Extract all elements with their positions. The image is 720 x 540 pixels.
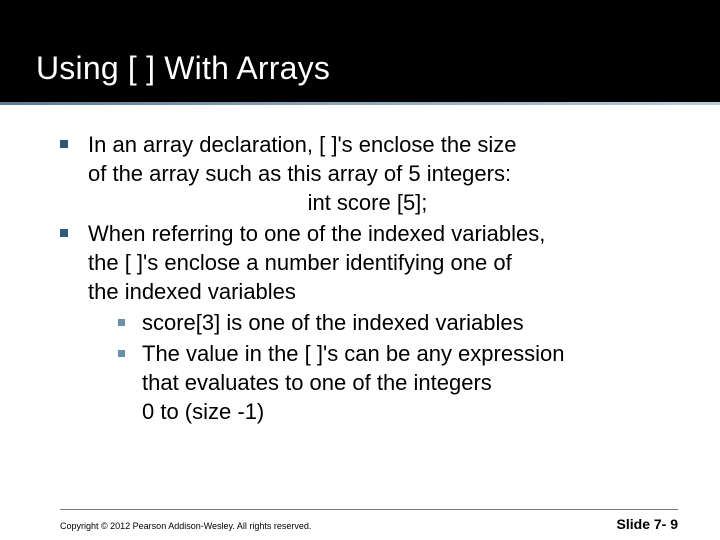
title-band: Using [ ] With Arrays	[0, 0, 720, 102]
title-underline	[0, 102, 720, 105]
bullet-list: In an array declaration, [ ]'s enclose t…	[60, 130, 675, 426]
bullet-text: In an array declaration, [ ]'s enclose t…	[88, 132, 517, 157]
sub-bullet-item: score[3] is one of the indexed variables	[118, 308, 675, 337]
slide-footer: Copyright © 2012 Pearson Addison-Wesley.…	[0, 509, 720, 532]
slide-title: Using [ ] With Arrays	[36, 50, 720, 87]
bullet-text: the [ ]'s enclose a number identifying o…	[88, 250, 512, 275]
sub-bullet-text: score[3] is one of the indexed variables	[142, 310, 524, 335]
code-example: int score [5];	[60, 188, 675, 217]
bullet-item: When referring to one of the indexed var…	[60, 219, 675, 426]
sub-bullet-list: score[3] is one of the indexed variables…	[88, 308, 675, 426]
bullet-text: of the array such as this array of 5 int…	[88, 161, 511, 186]
bullet-text: the indexed variables	[88, 279, 296, 304]
copyright-text: Copyright © 2012 Pearson Addison-Wesley.…	[60, 521, 311, 531]
sub-bullet-item: The value in the [ ]'s can be any expres…	[118, 339, 675, 426]
bullet-text: When referring to one of the indexed var…	[88, 221, 545, 246]
sub-bullet-text: that evaluates to one of the integers	[142, 370, 492, 395]
page-number: Slide 7- 9	[617, 516, 678, 532]
sub-bullet-text: 0 to (size -1)	[142, 399, 264, 424]
footer-content: Copyright © 2012 Pearson Addison-Wesley.…	[60, 509, 678, 532]
sub-bullet-text: The value in the [ ]'s can be any expres…	[142, 341, 564, 366]
slide: Using [ ] With Arrays In an array declar…	[0, 0, 720, 540]
bullet-item: In an array declaration, [ ]'s enclose t…	[60, 130, 675, 217]
slide-body: In an array declaration, [ ]'s enclose t…	[0, 102, 720, 426]
